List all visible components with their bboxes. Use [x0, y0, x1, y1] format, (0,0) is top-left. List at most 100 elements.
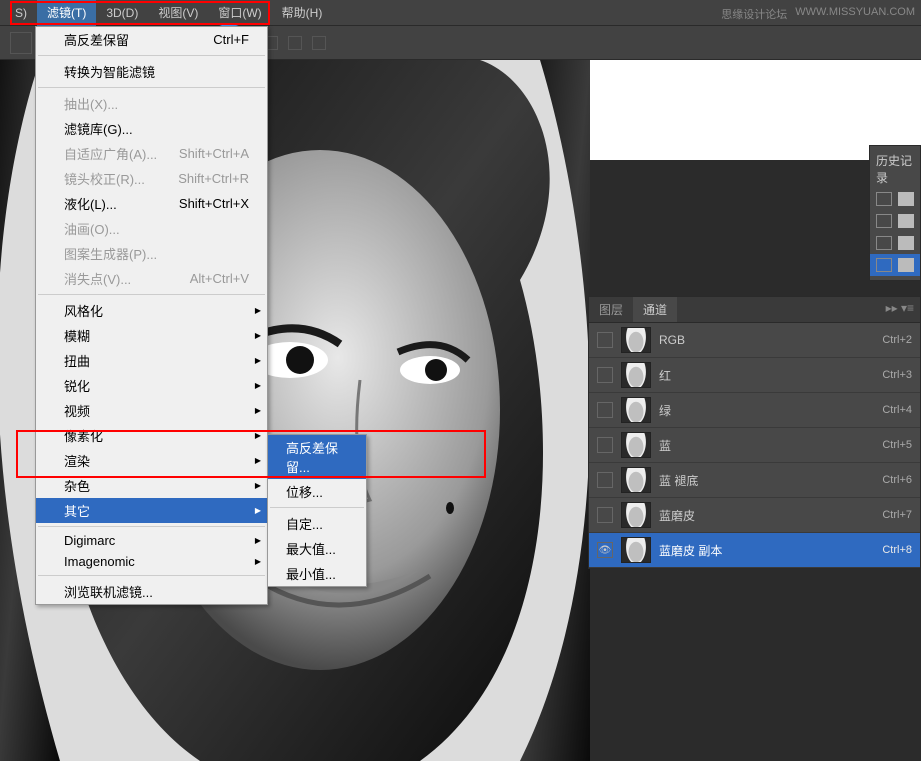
channel-name: 蓝磨皮 副本	[659, 542, 874, 559]
channel-name: 蓝 褪底	[659, 472, 874, 489]
channel-shortcut: Ctrl+2	[882, 334, 912, 346]
menu-item-help[interactable]: 帮助(H)	[272, 0, 333, 26]
filter-dropdown: 高反差保留 Ctrl+F 转换为智能滤镜 抽出(X)... 滤镜库(G)... …	[35, 26, 268, 605]
visibility-toggle[interactable]	[597, 507, 613, 523]
mi-label: Imagenomic	[64, 554, 135, 569]
mi-label: 滤镜库(G)...	[64, 119, 133, 138]
mi-label: 图案生成器(P)...	[64, 244, 157, 263]
menu-item-3d[interactable]: 3D(D)	[96, 1, 148, 25]
separator	[38, 55, 265, 56]
channel-row[interactable]: 蓝磨皮 副本 Ctrl+8	[589, 533, 920, 568]
filter-noise[interactable]: 杂色	[36, 473, 267, 498]
filter-lens-correction: 镜头校正(R)... Shift+Ctrl+R	[36, 166, 267, 191]
channel-name: 蓝磨皮	[659, 507, 874, 524]
mi-shortcut: Shift+Ctrl+A	[179, 146, 249, 161]
channel-row[interactable]: 蓝Ctrl+5	[589, 428, 920, 463]
mi-label: 扭曲	[64, 351, 90, 370]
filter-stylize[interactable]: 风格化	[36, 298, 267, 323]
separator	[38, 526, 265, 527]
filter-render[interactable]: 渲染	[36, 448, 267, 473]
submenu-offset[interactable]: 位移...	[268, 479, 366, 504]
channel-row[interactable]: RGBCtrl+2	[589, 323, 920, 358]
history-checkbox[interactable]	[876, 214, 892, 228]
menu-item-select[interactable]: S)	[5, 1, 37, 25]
channel-shortcut: Ctrl+8	[882, 544, 912, 556]
submenu-high-pass[interactable]: 高反差保留...	[268, 435, 366, 479]
mi-label: 抽出(X)...	[64, 94, 118, 113]
mi-label: 其它	[64, 501, 90, 520]
toolbar-3d-group	[264, 36, 326, 50]
filter-browse-online[interactable]: 浏览联机滤镜...	[36, 579, 267, 604]
mi-label: 模糊	[64, 326, 90, 345]
history-row[interactable]	[870, 210, 920, 232]
channel-thumbnail	[621, 502, 651, 528]
channel-row[interactable]: 蓝磨皮Ctrl+7	[589, 498, 920, 533]
toolbar-icon[interactable]	[10, 32, 32, 54]
history-row[interactable]	[870, 188, 920, 210]
channel-thumbnail	[621, 467, 651, 493]
filter-other-submenu: 高反差保留... 位移... 自定... 最大值... 最小值...	[267, 434, 367, 587]
submenu-maximum[interactable]: 最大值...	[268, 536, 366, 561]
filter-smart-label: 转换为智能滤镜	[64, 62, 155, 81]
filter-other[interactable]: 其它	[36, 498, 267, 523]
mi-label: 镜头校正(R)...	[64, 169, 145, 188]
history-panel: 历史记录	[869, 145, 921, 281]
history-row[interactable]	[870, 232, 920, 254]
filter-last[interactable]: 高反差保留 Ctrl+F	[36, 27, 267, 52]
visibility-toggle[interactable]	[597, 437, 613, 453]
watermark-site: 思缘设计论坛	[721, 6, 787, 22]
submenu-minimum[interactable]: 最小值...	[268, 561, 366, 586]
filter-gallery[interactable]: 滤镜库(G)...	[36, 116, 267, 141]
visibility-toggle[interactable]	[597, 367, 613, 383]
channel-name: 红	[659, 367, 874, 384]
tab-channels[interactable]: 通道	[633, 297, 677, 322]
history-checkbox[interactable]	[876, 236, 892, 250]
visibility-toggle[interactable]	[597, 402, 613, 418]
menu-item-view[interactable]: 视图(V)	[148, 0, 208, 26]
submenu-custom[interactable]: 自定...	[268, 511, 366, 536]
mi-label: 消失点(V)...	[64, 269, 131, 288]
channel-thumbnail	[621, 362, 651, 388]
filter-vanishing-point: 消失点(V)... Alt+Ctrl+V	[36, 266, 267, 291]
mi-shortcut: Alt+Ctrl+V	[190, 271, 249, 286]
visibility-toggle[interactable]	[597, 472, 613, 488]
tab-layers[interactable]: 图层	[589, 297, 633, 322]
history-checkbox[interactable]	[876, 258, 892, 272]
filter-imagenomic[interactable]: Imagenomic	[36, 551, 267, 572]
mi-shortcut: Shift+Ctrl+R	[178, 171, 249, 186]
channel-row[interactable]: 红Ctrl+3	[589, 358, 920, 393]
mi-shortcut: Shift+Ctrl+X	[179, 196, 249, 211]
filter-video[interactable]: 视频	[36, 398, 267, 423]
filter-distort[interactable]: 扭曲	[36, 348, 267, 373]
mi-label: 视频	[64, 401, 90, 420]
channel-shortcut: Ctrl+4	[882, 404, 912, 416]
menu-item-window[interactable]: 窗口(W)	[208, 0, 271, 26]
visibility-toggle[interactable]	[597, 332, 613, 348]
channel-thumbnail	[621, 537, 651, 563]
filter-digimarc[interactable]: Digimarc	[36, 530, 267, 551]
filter-smart[interactable]: 转换为智能滤镜	[36, 59, 267, 84]
panel-menu-icon[interactable]: ▸▸ ▾≡	[880, 297, 920, 322]
history-title: 历史记录	[870, 150, 920, 188]
mi-label: 杂色	[64, 476, 90, 495]
toolbar-3d-button[interactable]	[312, 36, 326, 50]
channel-row[interactable]: 蓝 褪底Ctrl+6	[589, 463, 920, 498]
menu-item-filter[interactable]: 滤镜(T)	[37, 0, 96, 26]
filter-pixelate[interactable]: 像素化	[36, 423, 267, 448]
visibility-toggle[interactable]	[597, 542, 613, 558]
history-row[interactable]	[870, 254, 920, 276]
history-checkbox[interactable]	[876, 192, 892, 206]
filter-blur[interactable]: 模糊	[36, 323, 267, 348]
filter-liquify[interactable]: 液化(L)... Shift+Ctrl+X	[36, 191, 267, 216]
separator	[38, 575, 265, 576]
history-step-icon	[898, 214, 914, 228]
toolbar-3d-button[interactable]	[288, 36, 302, 50]
panel-tabs: 图层 通道 ▸▸ ▾≡	[589, 297, 920, 323]
channel-thumbnail	[621, 432, 651, 458]
watermark-url: WWW.MISSYUAN.COM	[795, 6, 915, 22]
mi-label: 液化(L)...	[64, 194, 117, 213]
filter-sharpen[interactable]: 锐化	[36, 373, 267, 398]
channel-row[interactable]: 绿Ctrl+4	[589, 393, 920, 428]
mi-label: 油画(O)...	[64, 219, 120, 238]
filter-adaptive-wide: 自适应广角(A)...Shift+Ctrl+A	[36, 141, 267, 166]
